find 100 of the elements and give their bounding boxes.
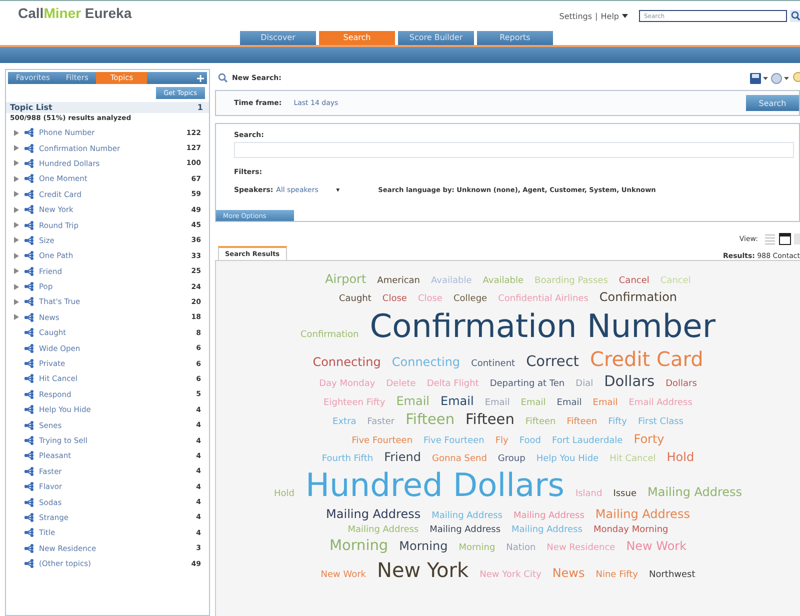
cloud-word[interactable]: New York: [377, 559, 469, 582]
cloud-word[interactable]: Hit Cancel: [610, 454, 656, 464]
cloud-word[interactable]: Day Monday: [319, 380, 376, 390]
cloud-word[interactable]: Gonna Send: [432, 454, 487, 464]
cloud-word[interactable]: Issue: [613, 490, 636, 500]
cloud-word[interactable]: Five Fourteen: [352, 436, 413, 447]
cloud-word[interactable]: Boarding Passes: [534, 277, 608, 287]
cloud-word[interactable]: Correct: [526, 354, 579, 371]
nav-tab[interactable]: Reports: [477, 31, 553, 45]
cloud-word[interactable]: Nine Fifty: [596, 571, 638, 582]
expand-arrow-icon[interactable]: [14, 284, 18, 290]
cloud-word[interactable]: Close: [382, 294, 407, 305]
cloud-word[interactable]: Extra: [332, 418, 356, 428]
cloud-word[interactable]: Available: [482, 277, 524, 287]
cloud-word[interactable]: Northwest: [648, 571, 696, 582]
expand-arrow-icon[interactable]: [14, 268, 18, 274]
caret-icon[interactable]: [622, 14, 628, 18]
cloud-word[interactable]: Fourth Fifth: [322, 454, 374, 464]
cloud-word[interactable]: Morning: [399, 540, 448, 554]
cloud-word[interactable]: Credit Card: [590, 348, 704, 370]
cloud-word[interactable]: Email Address: [628, 398, 692, 409]
cloud-word[interactable]: Email: [484, 398, 510, 409]
cloud-word[interactable]: Confirmation: [599, 290, 678, 304]
cloud-word[interactable]: Hundred Dollars: [305, 468, 564, 504]
cloud-word[interactable]: Dollars: [604, 374, 655, 391]
cloud-word[interactable]: Available: [431, 277, 472, 287]
expand-arrow-icon[interactable]: [14, 314, 18, 320]
search-input[interactable]: [234, 142, 794, 158]
cloud-word[interactable]: Confirmation Number: [370, 308, 716, 344]
cloud-word[interactable]: Airport: [325, 273, 366, 286]
cloud-word[interactable]: Mailing Address: [430, 526, 501, 536]
cloud-word[interactable]: Delete: [386, 380, 416, 390]
cloud-word[interactable]: Food: [519, 436, 541, 447]
cloud-word[interactable]: Confidential Airlines: [498, 294, 588, 305]
expand-arrow-icon[interactable]: [14, 252, 18, 259]
cloud-word[interactable]: Forty: [634, 432, 664, 446]
cloud-word[interactable]: Dial: [576, 380, 594, 390]
cloud-word[interactable]: Continent: [471, 360, 516, 370]
search-button[interactable]: Search: [746, 95, 799, 111]
cloud-word[interactable]: Confirmation: [300, 330, 359, 341]
cloud-word[interactable]: Morning: [458, 544, 496, 554]
cloud-word[interactable]: Fifteen: [466, 412, 514, 429]
cloud-word[interactable]: Nation: [506, 544, 536, 554]
cloud-word[interactable]: Five Fourteen: [424, 436, 484, 447]
nav-tab[interactable]: Score Builder: [398, 31, 474, 45]
cloud-word[interactable]: Mailing Address: [514, 512, 584, 522]
cloud-word[interactable]: Help You Hide: [536, 454, 599, 464]
cloud-word[interactable]: New York City: [480, 571, 542, 582]
cloud-view-icon[interactable]: [779, 233, 791, 245]
cloud-word[interactable]: Fifty: [608, 418, 627, 428]
cloud-word[interactable]: Group: [498, 454, 526, 464]
cloud-word[interactable]: Mailing Address: [648, 486, 742, 500]
cloud-word[interactable]: Eighteen Fifty: [324, 398, 386, 409]
cloud-word[interactable]: Dollars: [666, 380, 697, 390]
globe-icon[interactable]: [771, 72, 789, 84]
cloud-word[interactable]: Mailing Address: [432, 512, 502, 522]
cloud-word[interactable]: New Work: [626, 540, 687, 554]
cloud-word[interactable]: Cancel: [618, 277, 650, 287]
cloud-word[interactable]: Close: [418, 294, 442, 305]
expand-arrow-icon[interactable]: [14, 145, 18, 152]
cloud-word[interactable]: Email: [440, 394, 474, 408]
cloud-word[interactable]: Delta Flight: [426, 380, 479, 390]
cloud-word[interactable]: Email: [592, 398, 618, 409]
expand-arrow-icon[interactable]: [14, 160, 18, 166]
expand-arrow-icon[interactable]: [14, 206, 18, 213]
cloud-word[interactable]: Monday Morning: [593, 526, 668, 536]
save-icon[interactable]: [750, 72, 768, 84]
cloud-word[interactable]: Faster: [367, 418, 395, 428]
cloud-word[interactable]: College: [453, 294, 488, 305]
cloud-word[interactable]: First Class: [638, 418, 684, 428]
expand-arrow-icon[interactable]: [14, 222, 18, 228]
cloud-word[interactable]: Mailing Address: [512, 526, 582, 536]
cloud-word[interactable]: New Residence: [546, 544, 616, 554]
cloud-word[interactable]: New Work: [320, 571, 366, 582]
cloud-word[interactable]: Email: [396, 394, 430, 408]
expand-arrow-icon[interactable]: [14, 176, 18, 182]
cloud-word[interactable]: Email: [556, 398, 582, 409]
cloud-word[interactable]: Email: [520, 398, 546, 409]
cloud-word[interactable]: Friend: [384, 450, 421, 464]
header-link[interactable]: Settings: [559, 12, 592, 20]
cloud-word[interactable]: Fifteen: [566, 418, 598, 428]
cloud-word[interactable]: Connecting: [392, 356, 460, 370]
cloud-word[interactable]: Fly: [495, 436, 508, 447]
cloud-word[interactable]: Mailing Address: [326, 508, 421, 521]
cloud-word[interactable]: Morning: [329, 539, 388, 556]
cloud-word[interactable]: Departing at Ten: [490, 380, 565, 390]
expand-arrow-icon[interactable]: [14, 130, 18, 136]
cloud-word[interactable]: Mailing Address: [595, 508, 690, 521]
cloud-word[interactable]: Caught: [338, 294, 372, 305]
cloud-word[interactable]: American: [377, 277, 420, 287]
cloud-word[interactable]: Connecting: [312, 356, 381, 370]
cloud-word[interactable]: Island: [575, 490, 602, 500]
cloud-word[interactable]: Hold: [666, 450, 694, 464]
expand-arrow-icon[interactable]: [14, 298, 18, 305]
expand-arrow-icon[interactable]: [14, 237, 18, 244]
cloud-word[interactable]: Fort Lauderdale: [552, 436, 623, 447]
cloud-word[interactable]: Fifteen: [406, 412, 455, 429]
cloud-word[interactable]: Hold: [274, 490, 294, 500]
cloud-word[interactable]: News: [552, 567, 585, 581]
cloud-word[interactable]: Fifteen: [525, 418, 556, 428]
